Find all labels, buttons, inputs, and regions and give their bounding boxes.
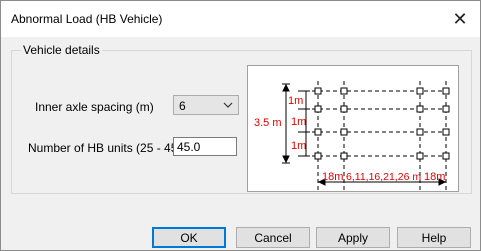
window-title: Abnormal Load (HB Vehicle)	[11, 12, 163, 26]
hb-units-field[interactable]	[173, 137, 238, 156]
hb-units-input[interactable]	[174, 138, 238, 155]
apply-button[interactable]: Apply	[316, 227, 390, 248]
vehicle-diagram: 1m 1m 1m 3.5 m 18m 6,11,16,21,26 m 18m	[247, 65, 459, 192]
dim-1m-c: 1m	[291, 140, 306, 152]
wheel-markers	[314, 87, 450, 160]
ok-button[interactable]: OK	[152, 227, 226, 248]
close-icon[interactable]: ✕	[440, 1, 480, 37]
dim-1m-b: 1m	[291, 116, 306, 128]
cancel-button[interactable]: Cancel	[236, 227, 310, 248]
dim-18m-left: 18m	[322, 171, 343, 183]
hb-units-label: Number of HB units (25 - 45)	[28, 141, 182, 155]
title-bar: Abnormal Load (HB Vehicle) ✕	[1, 1, 480, 37]
dim-width: 3.5 m	[254, 117, 282, 129]
inner-axle-value: 6	[179, 99, 186, 113]
inner-axle-label: Inner axle spacing (m)	[35, 100, 154, 114]
dialog-window: Abnormal Load (HB Vehicle) ✕ Vehicle det…	[0, 0, 481, 251]
group-label: Vehicle details	[21, 43, 102, 57]
axle-layout-diagram: 1m 1m 1m 3.5 m 18m 6,11,16,21,26 m 18m	[254, 81, 452, 191]
dim-18m-right: 18m	[424, 171, 445, 183]
chevron-down-icon	[223, 102, 233, 108]
dim-1m-a: 1m	[288, 95, 303, 107]
help-button[interactable]: Help	[397, 227, 471, 248]
dim-inner-spacing: 6,11,16,21,26 m	[346, 171, 421, 183]
inner-axle-select[interactable]: 6	[173, 95, 239, 115]
